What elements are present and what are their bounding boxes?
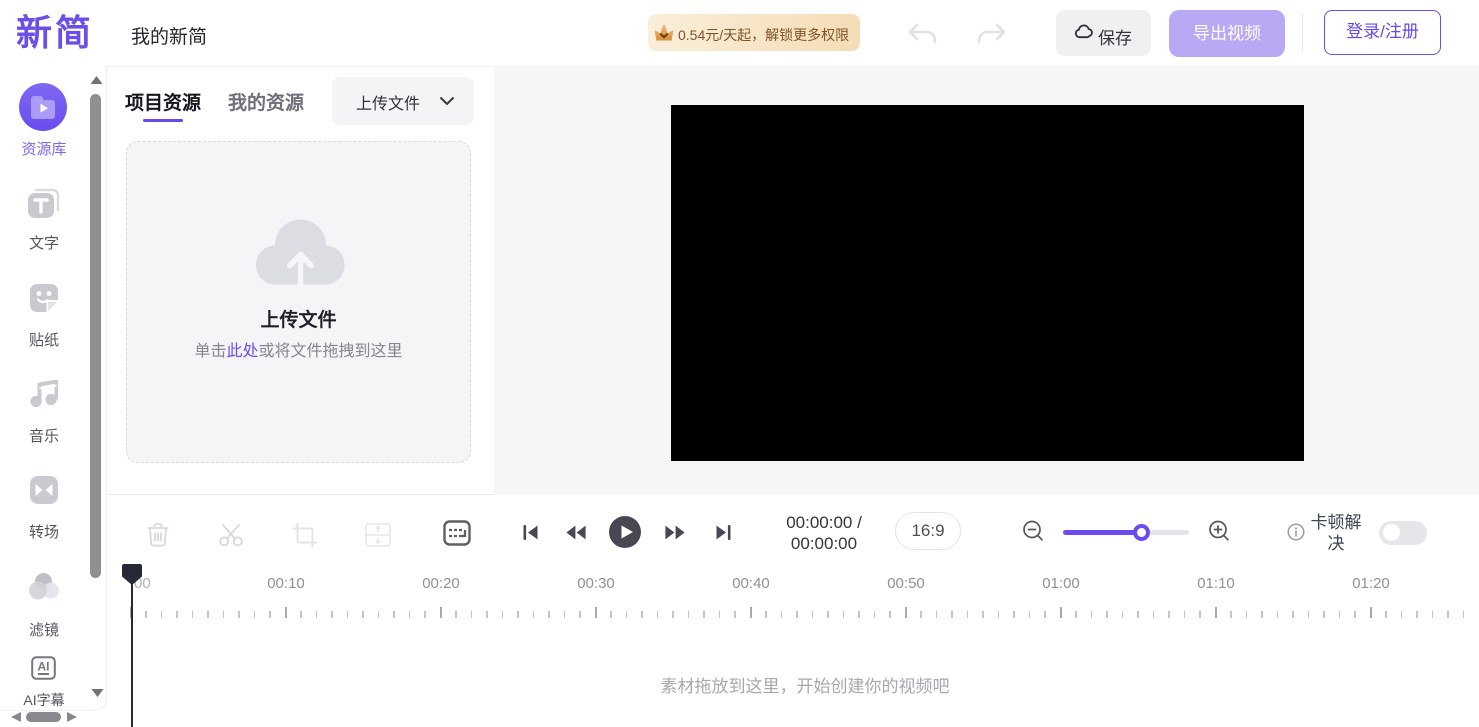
svg-text:AI: AI xyxy=(38,660,50,674)
